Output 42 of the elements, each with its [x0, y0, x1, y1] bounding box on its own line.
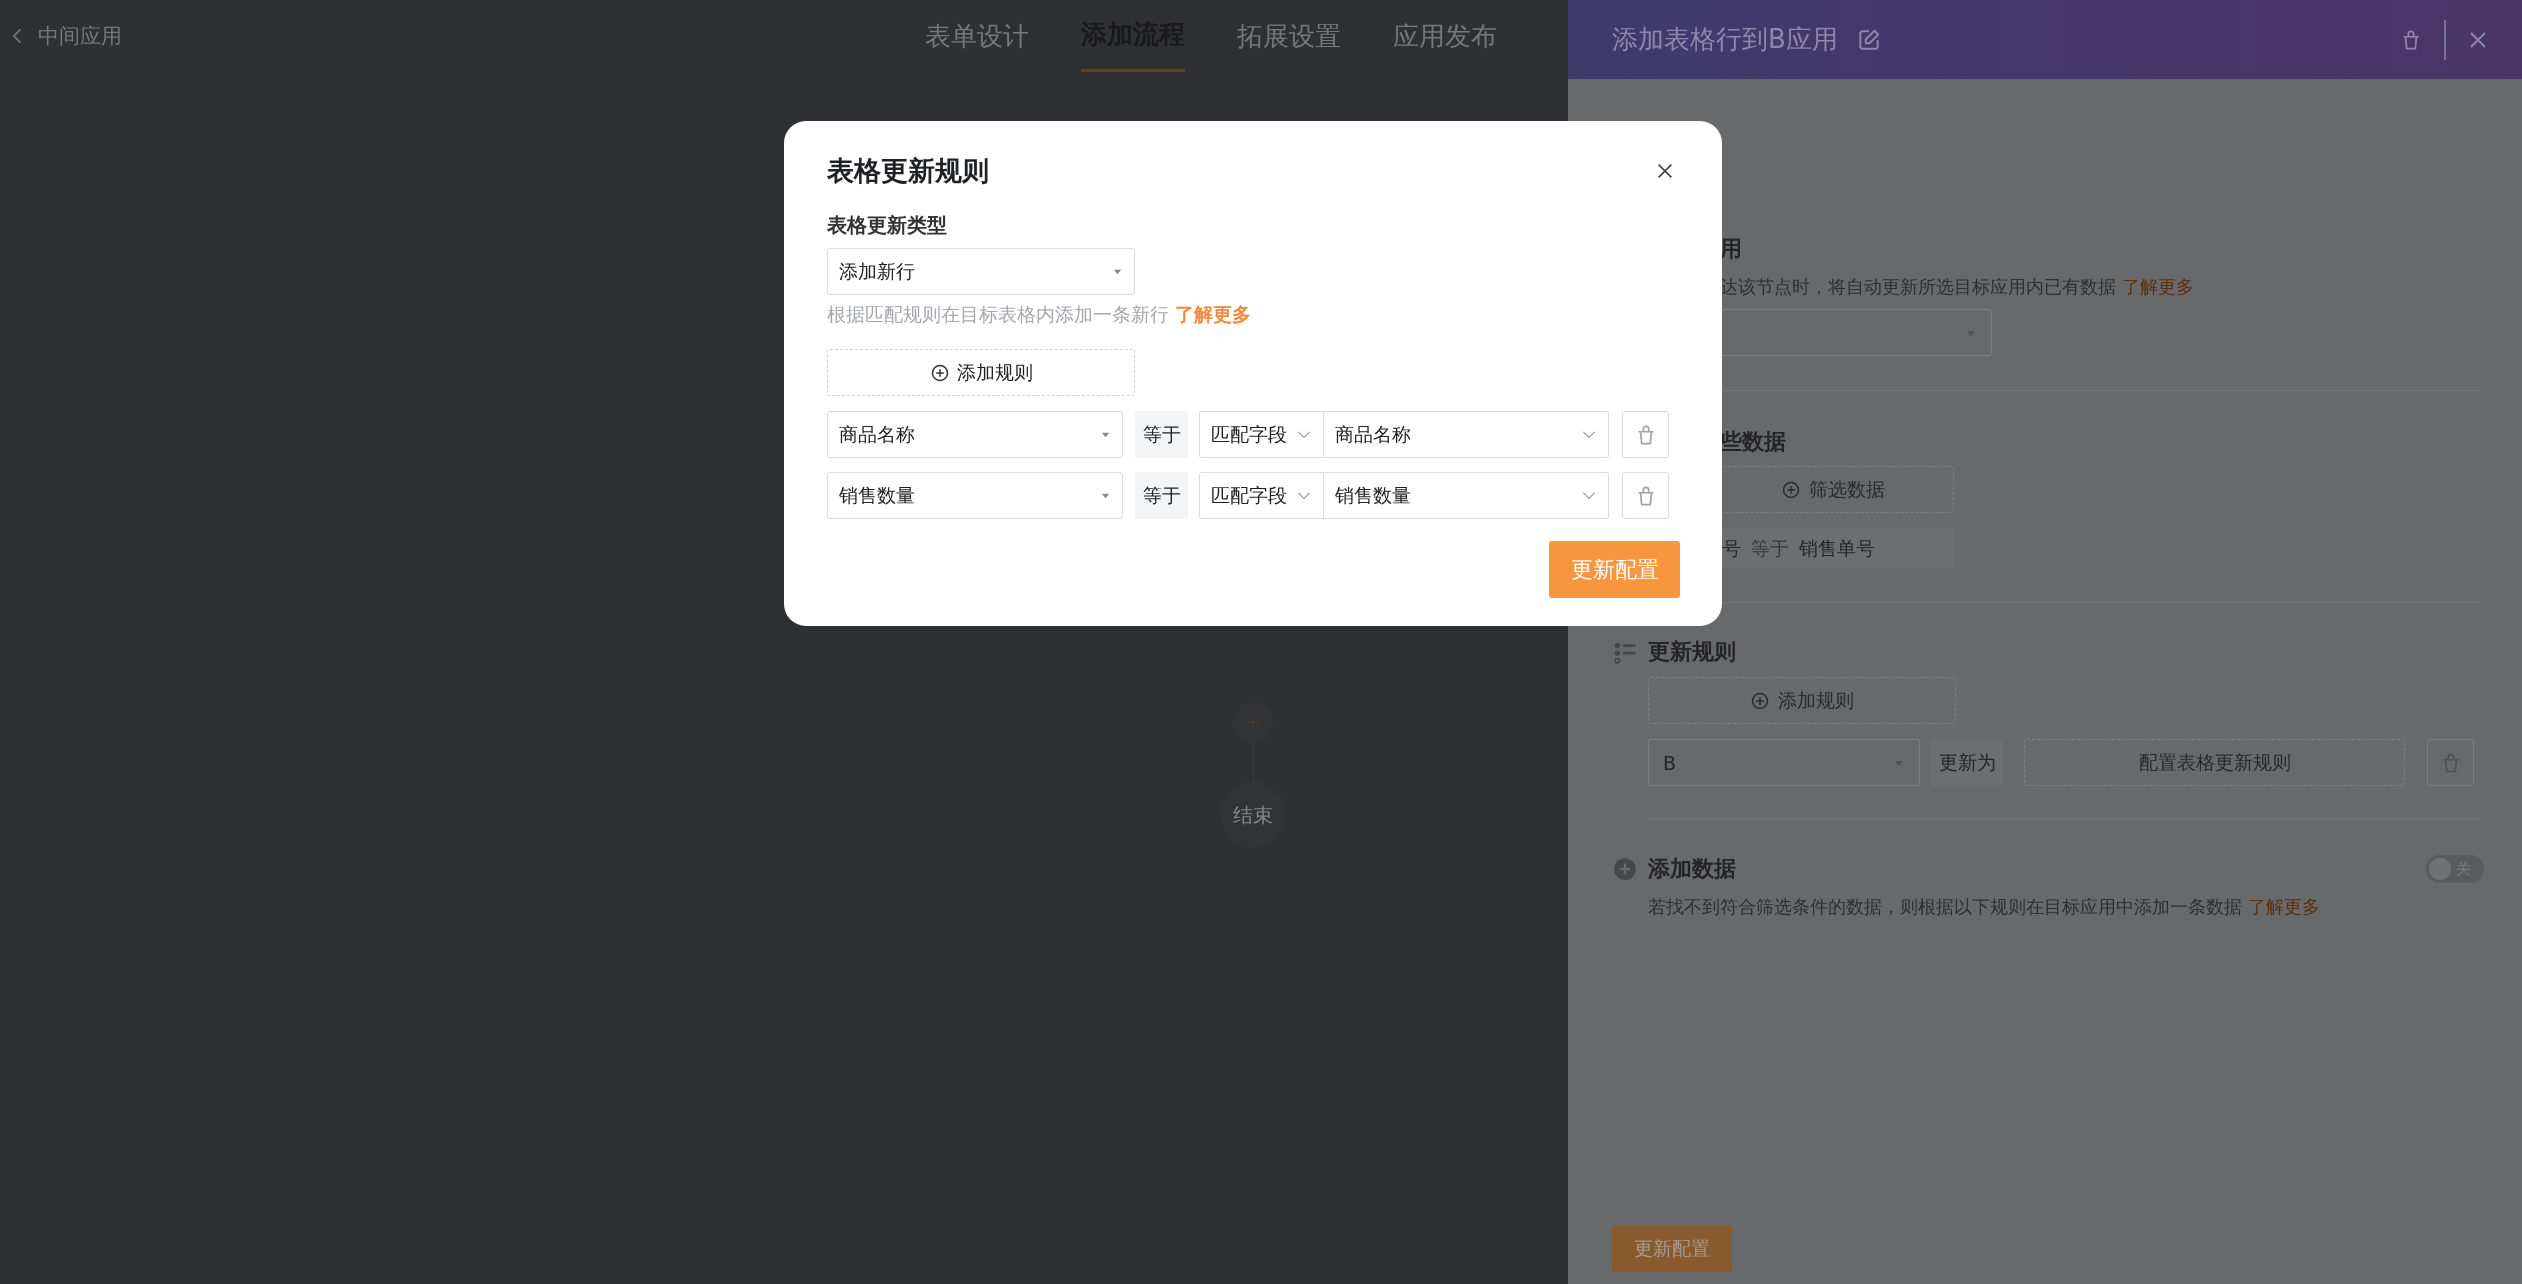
dialog-title: 表格更新规则 — [827, 154, 989, 188]
caret-icon — [1100, 491, 1111, 500]
section-title: 用 — [1720, 235, 1742, 263]
add-button[interactable]: 添加规则 — [1648, 677, 1956, 724]
add-button[interactable]: 添加规则 — [827, 349, 1135, 396]
update-button[interactable]: 更新配置 — [1612, 1226, 1732, 1272]
field-select[interactable]: B — [1648, 739, 1920, 786]
plus-circle-icon — [929, 362, 950, 383]
type-select[interactable]: 添加新行 — [827, 248, 1135, 295]
field-select[interactable]: 销售数量 — [827, 472, 1123, 519]
section-title: 些数据 — [1720, 428, 1786, 456]
condition-field: 号 — [1722, 535, 1741, 562]
configure-button[interactable]: 配置表格更新规则 — [2024, 739, 2405, 786]
panel-title: 添加表格行到B应用 — [1612, 23, 1838, 56]
caret-icon — [1112, 267, 1123, 276]
plus-circle-icon — [1781, 479, 1801, 500]
operator-label: 等于 — [1135, 472, 1188, 519]
learn-more-link[interactable]: 了解更多 — [1175, 303, 1252, 325]
description: 达该节点时，将自动更新所选目标应用内已有数据 了解更多 — [1720, 275, 2194, 299]
delete-button[interactable] — [2427, 739, 2474, 786]
tab[interactable]: 拓展设置 — [1237, 0, 1341, 72]
operator-label: 等于 — [1135, 411, 1188, 458]
learn-more-link[interactable]: 了解更多 — [2121, 276, 2194, 297]
update-button[interactable]: 更新配置 — [1549, 541, 1680, 598]
section-title: 添加数据 — [1648, 855, 1736, 883]
plus-circle-icon — [1750, 690, 1770, 711]
value-select[interactable]: 销售数量 — [1324, 472, 1609, 519]
section-title: 更新规则 — [1648, 638, 1736, 666]
caret-icon — [1100, 430, 1111, 439]
source-select[interactable]: 匹配字段 — [1199, 411, 1324, 458]
app-name: 中间应用 — [38, 23, 122, 50]
field-select[interactable]: 商品名称 — [827, 411, 1123, 458]
plus-circle-icon — [1612, 856, 1638, 882]
source-select[interactable]: 匹配字段 — [1199, 472, 1324, 519]
tab[interactable]: 表单设计 — [925, 0, 1029, 72]
hint-text: 根据匹配规则在目标表格内添加一条新行 了解更多 — [827, 302, 1252, 326]
learn-more-link[interactable]: 了解更多 — [2247, 896, 2320, 917]
operator-label: 更新为 — [1931, 740, 2003, 785]
value-select[interactable]: 商品名称 — [1324, 411, 1609, 458]
condition-value: 销售单号 — [1799, 535, 1875, 561]
tab[interactable]: 应用发布 — [1393, 0, 1497, 72]
field-label: 表格更新类型 — [827, 212, 947, 239]
